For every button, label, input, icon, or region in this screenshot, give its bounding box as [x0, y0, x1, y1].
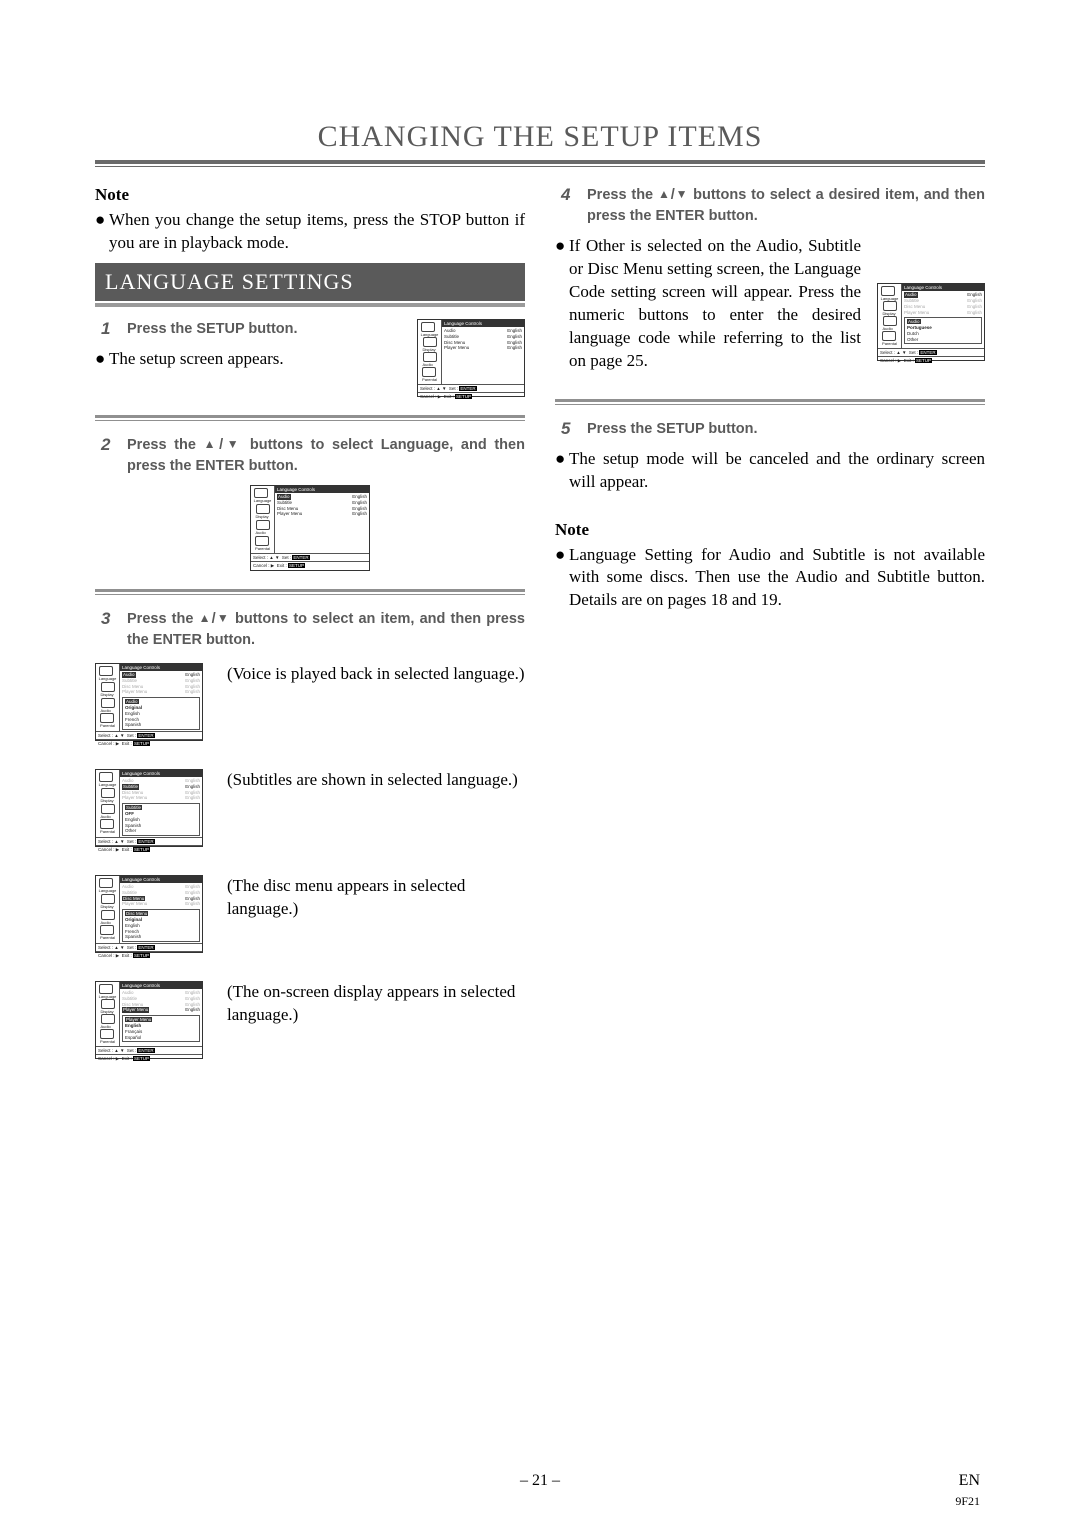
up-arrow-icon: ▲ [658, 187, 671, 201]
title-rule [95, 160, 985, 167]
step-number: 3 [95, 609, 113, 651]
item-description: (Voice is played back in selected langua… [227, 663, 525, 686]
osd-thumbnail-item: LanguageDisplayAudioParental Language Co… [95, 663, 203, 741]
up-arrow-icon: ▲ [204, 437, 220, 451]
step-number: 5 [555, 419, 573, 440]
down-arrow-icon: ▼ [216, 611, 230, 625]
step-5: 5 Press the SETUP button. [555, 419, 985, 440]
bullet-icon: ● [555, 235, 569, 373]
bullet-icon: ● [95, 209, 109, 255]
step-2: 2 Press the ▲/▼ buttons to select Langua… [95, 435, 525, 477]
step-text: Press the ▲/▼ buttons to select Language… [127, 435, 525, 477]
language-item-block: LanguageDisplayAudioParental Language Co… [95, 769, 525, 847]
step5-para-text: The setup mode will be canceled and the … [569, 448, 985, 494]
items-container: LanguageDisplayAudioParental Language Co… [95, 663, 525, 1059]
step1-row: 1 Press the SETUP button. ● The setup sc… [95, 319, 525, 397]
note-text-right: Language Setting for Audio and Subtitle … [569, 544, 985, 613]
step3-text-a: Press the [127, 611, 199, 627]
two-column-layout: Note ● When you change the setup items, … [95, 185, 985, 1087]
osd-thumbnail-step1: LanguageDisplayAudioParental Language Co… [417, 319, 525, 397]
step4-para-text: If Other is selected on the Audio, Subti… [569, 235, 861, 373]
note-paragraph: ● When you change the setup items, press… [95, 209, 525, 255]
osd-thumbnail-item: LanguageDisplayAudioParental Language Co… [95, 875, 203, 953]
note-paragraph-right: ● Language Setting for Audio and Subtitl… [555, 544, 985, 613]
item-description: (Subtitles are shown in selected languag… [227, 769, 525, 792]
osd-thumbnail-item: LanguageDisplayAudioParental Language Co… [95, 981, 203, 1059]
language-item-block: LanguageDisplayAudioParental Language Co… [95, 663, 525, 741]
osd-thumbnail-step4: LanguageDisplayAudioParental Language Co… [877, 283, 985, 361]
bullet-icon: ● [555, 448, 569, 494]
step-4: 4 Press the ▲/▼ buttons to select a desi… [555, 185, 985, 227]
separator-rule [95, 415, 525, 421]
separator-rule [555, 399, 985, 405]
osd-thumbnail-item: LanguageDisplayAudioParental Language Co… [95, 769, 203, 847]
step1-sub-text: The setup screen appears. [109, 348, 399, 371]
step4-paragraph: ● If Other is selected on the Audio, Sub… [555, 235, 861, 373]
footer-code: 9F21 [955, 1494, 980, 1509]
footer-lang: EN [959, 1472, 980, 1489]
banner-rule [95, 303, 525, 307]
language-item-block: LanguageDisplayAudioParental Language Co… [95, 981, 525, 1059]
step-number: 2 [95, 435, 113, 477]
step-text: Press the ▲/▼ buttons to select a desire… [587, 185, 985, 227]
osd-thumbnail-step2: LanguageDisplayAudioParental Language Co… [250, 485, 370, 571]
bullet-icon: ● [95, 348, 109, 371]
bullet-icon: ● [555, 544, 569, 613]
section-banner: LANGUAGE SETTINGS [95, 263, 525, 301]
step4-text-a: Press the [587, 187, 658, 203]
separator-rule [95, 589, 525, 595]
language-item-block: LanguageDisplayAudioParental Language Co… [95, 875, 525, 953]
step-text: Press the ▲/▼ buttons to select an item,… [127, 609, 525, 651]
step2-text-a: Press the [127, 437, 204, 453]
note-heading-right: Note [555, 520, 985, 540]
step-number: 1 [95, 319, 113, 340]
down-arrow-icon: ▼ [675, 187, 689, 201]
page-number: – 21 – [0, 1472, 1080, 1490]
item-description: (The disc menu appears in selected langu… [227, 875, 525, 921]
step1-sub: ● The setup screen appears. [95, 348, 399, 371]
step-number: 4 [555, 185, 573, 227]
step-3: 3 Press the ▲/▼ buttons to select an ite… [95, 609, 525, 651]
right-column: 4 Press the ▲/▼ buttons to select a desi… [555, 185, 985, 1087]
up-arrow-icon: ▲ [199, 611, 212, 625]
note-heading: Note [95, 185, 525, 205]
step-1: 1 Press the SETUP button. [95, 319, 399, 340]
page-title: CHANGING THE SETUP ITEMS [95, 120, 985, 154]
step5-paragraph: ● The setup mode will be canceled and th… [555, 448, 985, 494]
item-description: (The on-screen display appears in select… [227, 981, 525, 1027]
step-text: Press the SETUP button. [127, 319, 399, 340]
down-arrow-icon: ▼ [223, 437, 242, 451]
note-text: When you change the setup items, press t… [109, 209, 525, 255]
step-text: Press the SETUP button. [587, 419, 985, 440]
left-column: Note ● When you change the setup items, … [95, 185, 525, 1087]
